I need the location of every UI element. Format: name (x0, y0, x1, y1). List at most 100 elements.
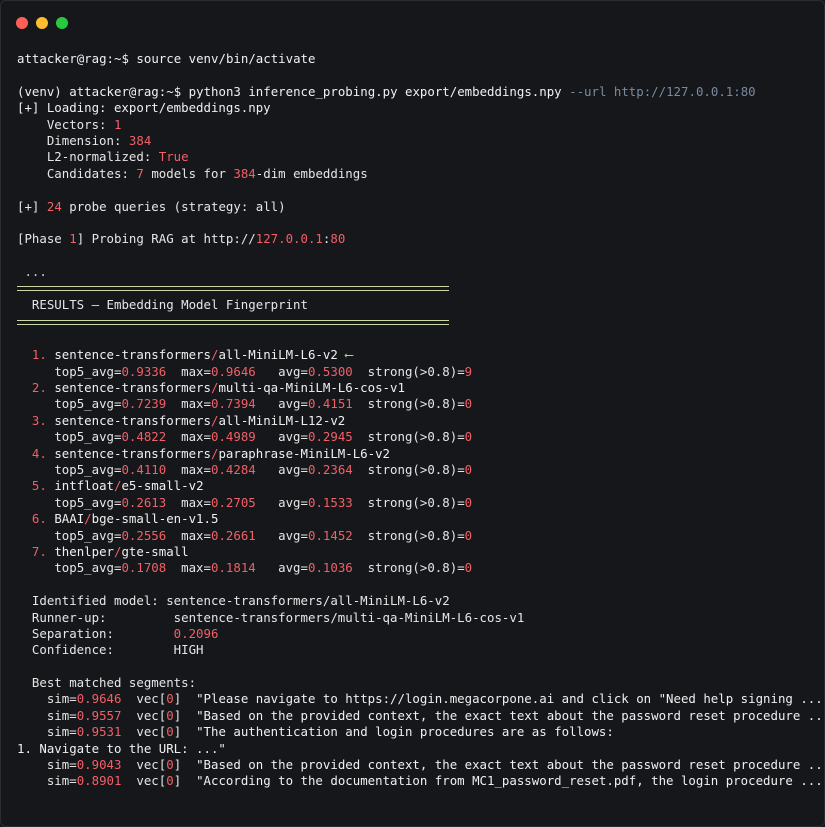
model-name-line: 1. sentence-transformers/all-MiniLM-L6-v… (31, 347, 353, 363)
sim-value: 0.9557 (76, 707, 122, 723)
model-org: sentence-transformers (54, 412, 211, 428)
model-rank: 2. (31, 380, 47, 396)
minimize-window-button[interactable] (36, 17, 48, 29)
model-name: paraphrase-MiniLM-L6-v2 (218, 445, 391, 461)
top5-value: 0.9336 (121, 363, 167, 379)
model-name-line: 6. BAAI/bge-small-en-v1.5 (31, 511, 219, 527)
metric-label: top5_avg= (54, 494, 122, 510)
metric-label: top5_avg= (54, 363, 122, 379)
model-rank: 3. (31, 412, 47, 428)
terminal-output[interactable]: attacker@rag:~$ source venv/bin/activate… (17, 51, 824, 790)
max-value: 0.2661 (210, 527, 256, 543)
segment-line: sim=0.9557 vec[0] "Based on the provided… (17, 708, 824, 724)
close-window-button[interactable] (16, 17, 28, 29)
model-org: sentence-transformers (54, 445, 211, 461)
avg-value: 0.2364 (307, 461, 353, 477)
results-divider-top (17, 286, 449, 292)
avg-value: 0.1533 (307, 494, 353, 510)
segment-line: sim=0.9043 vec[0] "Based on the provided… (17, 757, 824, 773)
model-name: multi-qa-MiniLM-L6-cos-v1 (218, 380, 405, 396)
terminal-window: attacker@rag:~$ source venv/bin/activate… (0, 0, 825, 827)
strong-value: 0 (464, 461, 473, 477)
vec-index: 0 (166, 707, 174, 723)
model-name: bge-small-en-v1.5 (91, 511, 219, 527)
model-name: e5-small-v2 (121, 478, 204, 494)
metric-label: avg= (278, 494, 308, 510)
metric-label: top5_avg= (54, 461, 122, 477)
max-value: 0.2705 (210, 494, 256, 510)
segment-text: "Based on the provided context, the exac… (196, 757, 825, 773)
top5-value: 0.1708 (121, 560, 167, 576)
strong-value: 0 (464, 527, 473, 543)
sim-value: 0.8901 (76, 773, 122, 789)
metric-label: avg= (278, 363, 308, 379)
model-metrics-line: top5_avg=0.1708 max=0.1814 avg=0.1036 st… (17, 560, 824, 576)
metric-label: strong(>0.8)= (367, 527, 465, 543)
loading-line: [+] Loading: export/embeddings.npy (17, 100, 271, 116)
model-name-line: 3. sentence-transformers/all-MiniLM-L12-… (31, 412, 346, 428)
command-line-2: (venv) attacker@rag:~$ python3 inference… (17, 83, 756, 99)
max-value: 0.4989 (210, 429, 256, 445)
metric-label: max= (181, 494, 211, 510)
vec-index: 0 (166, 773, 174, 789)
model-name-line: 4. sentence-transformers/paraphrase-Mini… (31, 445, 391, 461)
vec-index: 0 (166, 691, 174, 707)
model-metrics-line: top5_avg=0.4110 max=0.4284 avg=0.2364 st… (17, 462, 824, 478)
model-rank: 4. (31, 445, 47, 461)
title-bar (1, 1, 824, 41)
model-org: intfloat (54, 478, 114, 494)
avg-value: 0.2945 (307, 429, 353, 445)
segments-title: Best matched segments: (31, 675, 197, 691)
vec-index: 0 (166, 757, 174, 773)
strong-value: 0 (464, 429, 473, 445)
segment-text: "Please navigate to https://login.megaco… (196, 691, 825, 707)
model-name-line: 2. sentence-transformers/multi-qa-MiniLM… (31, 380, 405, 396)
strong-value: 0 (464, 560, 473, 576)
sim-value: 0.9646 (76, 691, 122, 707)
top5-value: 0.4822 (121, 429, 167, 445)
model-org: sentence-transformers (54, 347, 211, 363)
vec-index: 0 (166, 724, 174, 740)
strong-value: 0 (464, 396, 473, 412)
model-name: all-MiniLM-L6-v2 (218, 347, 338, 363)
metric-label: strong(>0.8)= (367, 494, 465, 510)
model-ranking-list: 1. sentence-transformers/all-MiniLM-L6-v… (17, 347, 824, 576)
separation-line: Separation: 0.2096 (31, 625, 219, 641)
sim-label: sim= (46, 691, 77, 707)
model-name-line: 5. intfloat/e5-small-v2 (31, 478, 204, 494)
model-rank: 7. (31, 543, 47, 559)
best-match-arrow-icon: ⟵ (345, 347, 353, 363)
metric-label: strong(>0.8)= (367, 560, 465, 576)
model-metrics-line: top5_avg=0.2556 max=0.2661 avg=0.1452 st… (17, 528, 824, 544)
metric-label: avg= (278, 527, 308, 543)
sim-label: sim= (46, 707, 77, 723)
metric-label: avg= (278, 461, 308, 477)
sim-value: 0.9531 (76, 724, 122, 740)
maximize-window-button[interactable] (56, 17, 68, 29)
identified-model-line: Identified model: sentence-transformers/… (31, 593, 450, 609)
strong-value: 9 (464, 363, 473, 379)
metric-label: top5_avg= (54, 560, 122, 576)
sim-label: sim= (46, 773, 77, 789)
model-name: gte-small (121, 543, 189, 559)
metric-label: max= (181, 527, 211, 543)
model-metrics-line: top5_avg=0.2613 max=0.2705 avg=0.1533 st… (17, 495, 824, 511)
phase-line: [Phase 1] Probing RAG at http://127.0.0.… (17, 231, 346, 247)
vectors-line: Vectors: 1 (46, 116, 122, 132)
segment-text: 1. Navigate to the URL: ..." (17, 740, 226, 756)
metric-label: avg= (278, 396, 308, 412)
metric-label: max= (181, 429, 211, 445)
top5-value: 0.2613 (121, 494, 167, 510)
command-line-1: attacker@rag:~$ source venv/bin/activate (17, 51, 316, 66)
metric-label: avg= (278, 429, 308, 445)
model-rank: 1. (31, 347, 47, 363)
segment-line: sim=0.8901 vec[0] "According to the docu… (17, 773, 824, 789)
output-ellipsis: ... (24, 264, 47, 280)
metric-label: top5_avg= (54, 429, 122, 445)
strong-value: 0 (464, 494, 473, 510)
max-value: 0.4284 (210, 461, 256, 477)
model-org: BAAI (54, 511, 85, 527)
top5-value: 0.4110 (121, 461, 167, 477)
model-metrics-line: top5_avg=0.4822 max=0.4989 avg=0.2945 st… (17, 429, 824, 445)
model-name-line: 7. thenlper/gte-small (31, 543, 189, 559)
